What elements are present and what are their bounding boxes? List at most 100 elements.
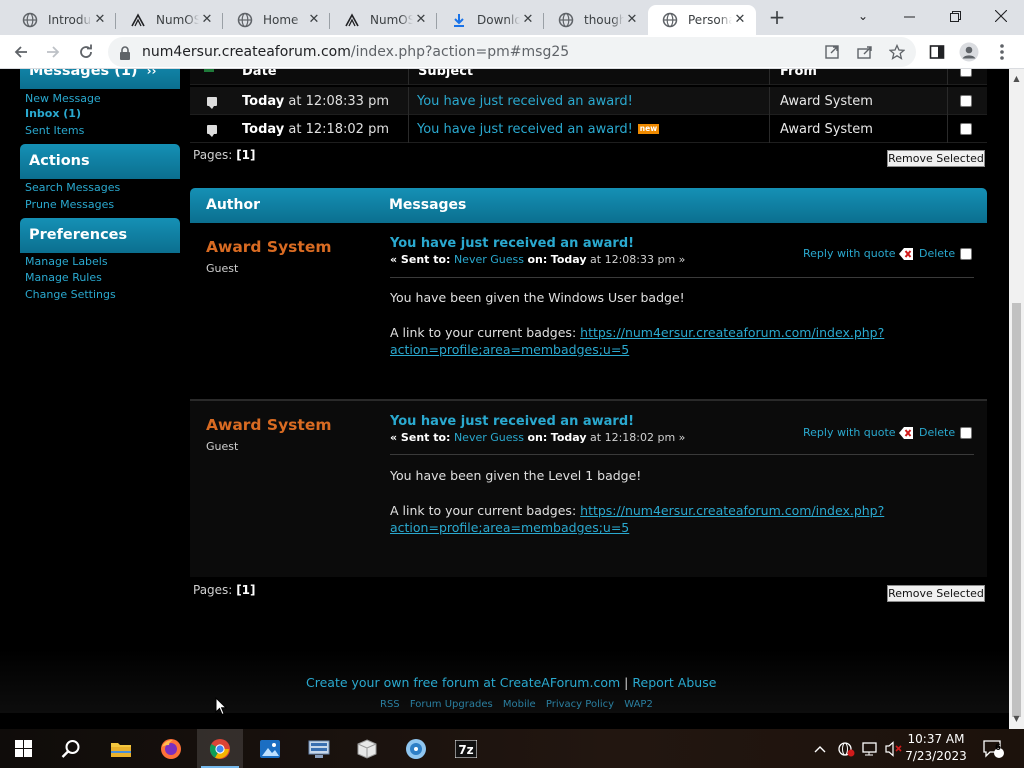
table-row[interactable]: Today at 12:08:33 pm You have just recei… <box>190 87 987 115</box>
close-icon[interactable]: ✕ <box>520 12 536 28</box>
sidebar-item-sent-items[interactable]: Sent Items <box>25 124 84 137</box>
page-scrollbar[interactable]: ▲ ▼ <box>1009 69 1024 729</box>
address-bar[interactable]: num4ersur.createaforum.com/index.php?act… <box>108 37 916 67</box>
network-app-icon[interactable] <box>296 729 342 768</box>
envelope-icon <box>204 69 214 83</box>
sidebar-item-new-message[interactable]: New Message <box>25 92 101 105</box>
network-globe-icon[interactable] <box>837 729 855 768</box>
tab-personal-messages[interactable]: Persona ✕ <box>648 5 756 35</box>
remove-selected-button[interactable]: Remove Selected <box>887 585 985 602</box>
tab-download[interactable]: Downlo ✕ <box>437 5 544 35</box>
page-number-link[interactable]: [1] <box>236 148 255 162</box>
tab-home[interactable]: Home ✕ <box>223 5 330 35</box>
search-icon[interactable] <box>48 729 94 768</box>
reload-button[interactable] <box>73 39 99 65</box>
badges-link[interactable]: https://num4ersur.createaforum.com/index… <box>580 325 884 340</box>
message-subject[interactable]: You have just received an award! <box>390 414 634 429</box>
report-abuse-link[interactable]: Report Abuse <box>632 675 716 690</box>
file-explorer-icon[interactable] <box>98 729 144 768</box>
open-in-app-icon[interactable] <box>821 41 843 63</box>
minimize-button[interactable] <box>886 0 932 32</box>
close-icon[interactable]: ✕ <box>92 12 108 28</box>
recipient-link[interactable]: Never Guess <box>454 431 524 444</box>
sidebar-item-change-settings[interactable]: Change Settings <box>25 288 116 301</box>
close-icon[interactable]: ✕ <box>306 12 322 28</box>
sidebar-item-inbox[interactable]: Inbox (1) <box>25 107 81 120</box>
sidebar-item-search-messages[interactable]: Search Messages <box>25 181 120 194</box>
row-subject[interactable]: You have just received an award! new <box>417 115 660 143</box>
sidebar-item-manage-labels[interactable]: Manage Labels <box>25 255 108 268</box>
package-icon[interactable] <box>344 729 390 768</box>
notification-center-icon[interactable]: 6 <box>982 729 1004 768</box>
reply-with-quote-link[interactable]: Reply with quote <box>803 426 896 439</box>
ethernet-icon[interactable] <box>862 729 880 768</box>
divider <box>390 454 974 455</box>
scroll-up-arrow-icon[interactable]: ▲ <box>1009 71 1024 87</box>
close-icon[interactable]: ✕ <box>624 12 640 28</box>
message-subject[interactable]: You have just received an award! <box>390 236 634 251</box>
page-number-link[interactable]: [1] <box>236 583 255 597</box>
system-clock[interactable]: 10:37 AM 7/23/2023 <box>905 731 967 765</box>
share-icon[interactable] <box>854 41 876 63</box>
message-checkbox[interactable] <box>960 427 972 439</box>
profile-avatar[interactable] <box>958 41 980 63</box>
remove-selected-button[interactable]: Remove Selected <box>887 150 985 167</box>
wap2-link[interactable]: WAP2 <box>624 699 653 710</box>
sidebar-item-prune-messages[interactable]: Prune Messages <box>25 198 114 211</box>
volume-muted-icon[interactable] <box>885 729 903 768</box>
badges-link-continued[interactable]: action=profile;area=membadges;u=5 <box>390 342 629 357</box>
delete-icon[interactable] <box>898 425 914 441</box>
disc-app-icon[interactable] <box>393 729 439 768</box>
from-column-header[interactable]: From <box>780 69 817 85</box>
row-checkbox[interactable] <box>960 115 972 143</box>
tab-search-chevron-icon[interactable]: ⌄ <box>840 0 886 32</box>
row-checkbox[interactable] <box>960 87 972 115</box>
table-row[interactable]: Today at 12:18:02 pm You have just recei… <box>190 115 987 143</box>
tab-thoughts[interactable]: though ✕ <box>544 5 648 35</box>
firefox-icon[interactable] <box>148 729 194 768</box>
privacy-policy-link[interactable]: Privacy Policy <box>546 699 614 710</box>
badges-link-continued[interactable]: action=profile;area=membadges;u=5 <box>390 520 629 535</box>
row-subject-link[interactable]: You have just received an award! <box>417 122 633 137</box>
close-icon[interactable]: ✕ <box>732 12 748 28</box>
tab-intro[interactable]: Introdu ✕ <box>8 5 116 35</box>
new-tab-button[interactable]: + <box>765 6 789 30</box>
close-icon[interactable]: ✕ <box>199 12 215 28</box>
sidebar-item-manage-rules[interactable]: Manage Rules <box>25 271 102 284</box>
select-all-checkbox[interactable] <box>960 69 972 85</box>
side-panel-icon[interactable] <box>926 41 948 63</box>
delete-link[interactable]: Delete <box>919 426 955 439</box>
author-name[interactable]: Award System <box>206 416 331 434</box>
photos-icon[interactable] <box>247 729 293 768</box>
bookmark-star-icon[interactable] <box>886 41 908 63</box>
tab-numos-2[interactable]: NumOS ✕ <box>330 5 437 35</box>
close-icon[interactable]: ✕ <box>413 12 429 28</box>
delete-link[interactable]: Delete <box>919 247 955 260</box>
message-checkbox[interactable] <box>960 248 972 260</box>
lock-icon[interactable] <box>119 45 131 64</box>
reply-with-quote-link[interactable]: Reply with quote <box>803 247 896 260</box>
chrome-icon[interactable] <box>197 729 243 768</box>
badges-link[interactable]: https://num4ersur.createaforum.com/index… <box>580 503 884 518</box>
forward-button[interactable] <box>40 39 66 65</box>
date-column-header[interactable]: Date ▔ <box>242 69 291 85</box>
start-icon[interactable] <box>0 729 46 768</box>
delete-icon[interactable] <box>898 246 914 262</box>
restore-button[interactable] <box>932 0 978 32</box>
create-forum-link[interactable]: Create your own free forum at CreateAFor… <box>306 675 620 690</box>
tab-numos-1[interactable]: NumOS ✕ <box>116 5 223 35</box>
menu-kebab-icon[interactable] <box>991 41 1013 63</box>
show-hidden-icons-chevron-icon[interactable] <box>814 729 826 768</box>
close-window-button[interactable] <box>978 0 1024 32</box>
row-subject-link[interactable]: You have just received an award! <box>417 87 633 115</box>
rss-link[interactable]: RSS <box>380 699 400 710</box>
scroll-down-arrow-icon[interactable]: ▼ <box>1009 711 1024 727</box>
7zip-icon[interactable]: 7z <box>443 729 489 768</box>
author-name[interactable]: Award System <box>206 238 331 256</box>
recipient-link[interactable]: Never Guess <box>454 253 524 266</box>
scrollbar-thumb[interactable] <box>1012 303 1021 717</box>
back-button[interactable] <box>8 39 34 65</box>
forum-upgrades-link[interactable]: Forum Upgrades <box>410 699 493 710</box>
subject-column-header[interactable]: Subject <box>418 69 473 85</box>
mobile-link[interactable]: Mobile <box>503 699 536 710</box>
